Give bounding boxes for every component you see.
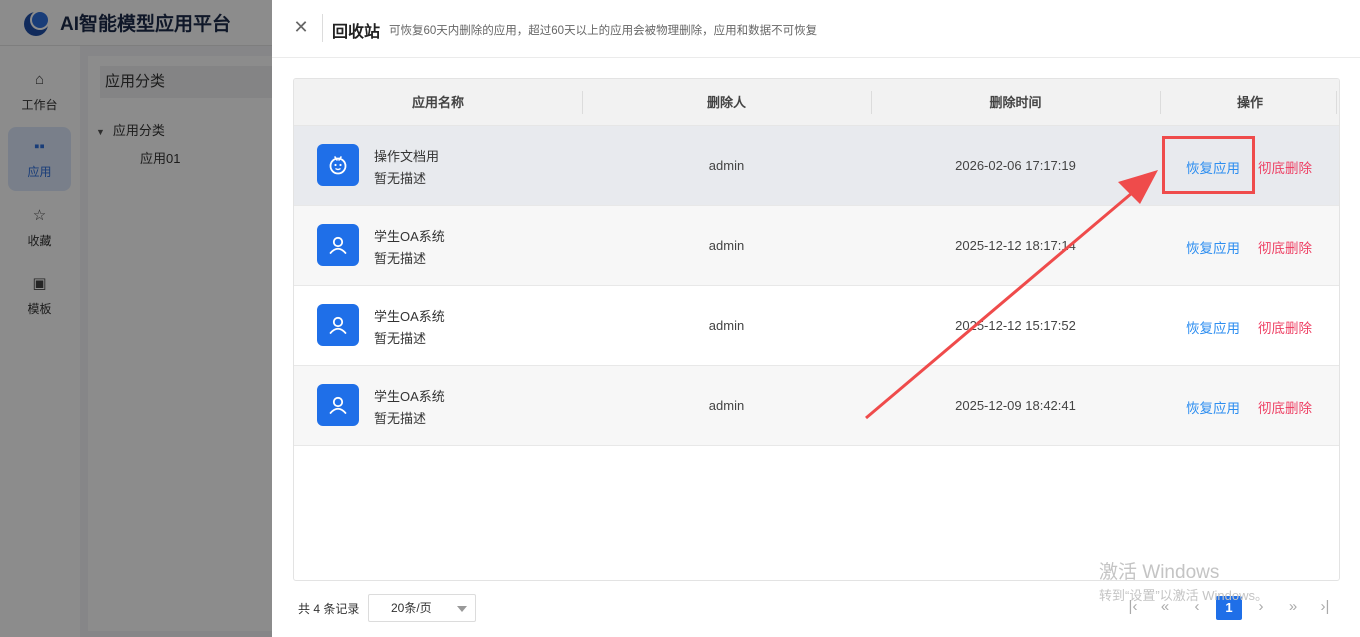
column-header-actions: 操作 — [1236, 95, 1263, 110]
app-name: 学生OA系统 — [374, 389, 445, 404]
app-description: 暂无描述 — [374, 411, 427, 426]
deleter-cell: admin — [708, 318, 745, 333]
drawer-header: ✕ 回收站 可恢复60天内删除的应用，超过60天以上的应用会被物理删除，应用和数… — [272, 0, 1360, 58]
windows-watermark-subtitle: 转到“设置”以激活 Windows。 — [1099, 588, 1269, 603]
next-group-icon[interactable]: » — [1280, 596, 1306, 620]
windows-watermark-title: 激活 Windows — [1099, 562, 1220, 583]
column-header-deleter: 删除人 — [706, 95, 746, 110]
permanent-delete-button[interactable]: 彻底删除 — [1258, 317, 1312, 337]
close-icon[interactable]: ✕ — [292, 18, 310, 36]
delete-time-cell: 2025-12-12 15:17:52 — [955, 318, 1076, 333]
deleter-cell: admin — [708, 238, 745, 253]
table-row: 学生OA系统 暂无描述 admin 2025-12-12 18:17:14 恢复… — [294, 206, 1339, 286]
annotation-highlight-box — [1162, 136, 1255, 194]
app-description: 暂无描述 — [374, 251, 427, 266]
drawer-subtitle: 可恢复60天内删除的应用，超过60天以上的应用会被物理删除，应用和数据不可恢复 — [389, 25, 818, 37]
deleter-cell: admin — [708, 398, 745, 413]
permanent-delete-button[interactable]: 彻底删除 — [1258, 157, 1312, 177]
app-name: 操作文档用 — [374, 149, 440, 164]
restore-app-button[interactable]: 恢复应用 — [1186, 237, 1240, 257]
column-divider — [1336, 91, 1337, 114]
user-icon — [317, 304, 359, 346]
drawer-title: 回收站 — [332, 24, 381, 41]
user-icon — [317, 224, 359, 266]
total-records: 共 4 条记录 — [298, 602, 360, 616]
app-name: 学生OA系统 — [374, 229, 445, 244]
header-divider — [322, 14, 323, 42]
table-row: 学生OA系统 暂无描述 admin 2025-12-12 15:17:52 恢复… — [294, 286, 1339, 366]
restore-app-button[interactable]: 恢复应用 — [1186, 317, 1240, 337]
page-size-select[interactable]: 20条/页 — [368, 594, 476, 622]
delete-time-cell: 2026-02-06 17:17:19 — [955, 158, 1076, 173]
last-page-icon[interactable]: ›| — [1312, 596, 1338, 620]
column-header-time: 删除时间 — [989, 95, 1042, 110]
permanent-delete-button[interactable]: 彻底删除 — [1258, 397, 1312, 417]
recycle-bin-drawer: ✕ 回收站 可恢复60天内删除的应用，超过60天以上的应用会被物理删除，应用和数… — [272, 0, 1360, 637]
app-name: 学生OA系统 — [374, 309, 445, 324]
column-header-name: 应用名称 — [411, 95, 464, 110]
table-header: 应用名称 删除人 删除时间 操作 — [294, 79, 1339, 126]
delete-time-cell: 2025-12-09 18:42:41 — [955, 398, 1076, 413]
user-icon — [317, 384, 359, 426]
app-description: 暂无描述 — [374, 331, 427, 346]
restore-app-button[interactable]: 恢复应用 — [1186, 397, 1240, 417]
deleter-cell: admin — [708, 158, 745, 173]
page-size-value: 20条/页 — [391, 601, 432, 615]
caret-down-icon — [457, 606, 467, 612]
table-row: 学生OA系统 暂无描述 admin 2025-12-09 18:42:41 恢复… — [294, 366, 1339, 446]
delete-time-cell: 2025-12-12 18:17:14 — [955, 238, 1076, 253]
permanent-delete-button[interactable]: 彻底删除 — [1258, 237, 1312, 257]
robot-icon — [317, 144, 359, 186]
app-description: 暂无描述 — [374, 171, 427, 186]
